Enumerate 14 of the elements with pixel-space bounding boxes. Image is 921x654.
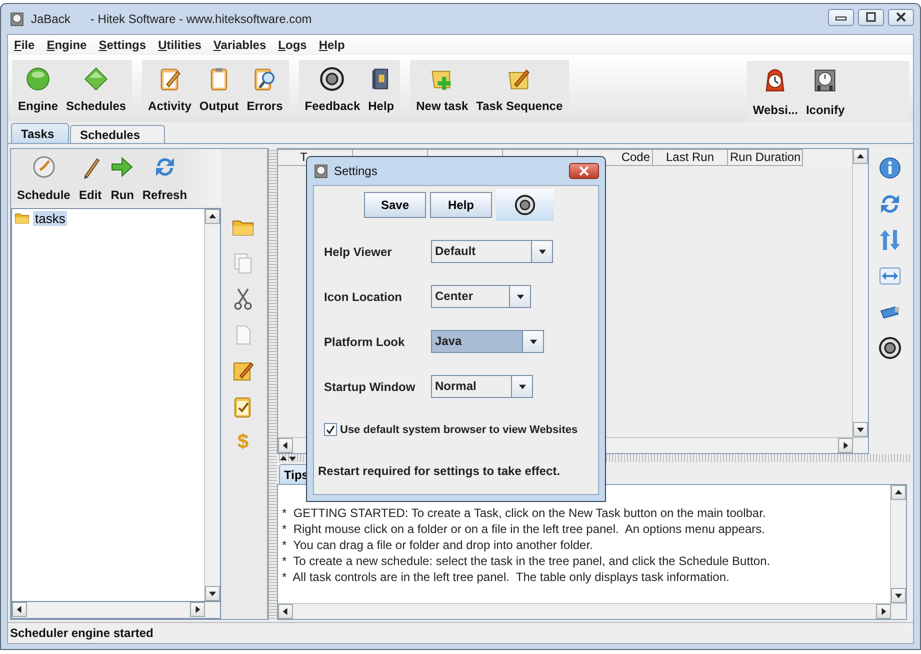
app-name: JaBack [31, 12, 70, 26]
restart-note: Restart required for settings to take effect. [318, 464, 562, 478]
field-label: Icon Location [324, 290, 403, 304]
field-label: Platform Look [324, 334, 406, 348]
status-text: Scheduler engine started [10, 626, 154, 640]
field-label: Help Viewer [324, 244, 393, 258]
window-title: - Hitek Software - www.hiteksoftware.com [90, 12, 312, 26]
tip-text: * You can drag a file or folder and drop into another folder. [282, 537, 594, 553]
dialog-title: Settings [334, 164, 378, 178]
tip-text: * GETTING STARTED: To create a Task, click on the New Task button on the main toolbar. [282, 505, 767, 521]
tip-text: * To create a new schedule: select the task in the tree panel, and click the Schedule Button. [282, 553, 772, 569]
tip-text: * Right mouse click on a folder or on a file in the left tree panel. An options menu appears. [282, 521, 766, 537]
tip-text: * All task controls are in the left tree panel. The table only displays task information. [282, 569, 730, 585]
field-label: Startup Window [324, 380, 416, 394]
